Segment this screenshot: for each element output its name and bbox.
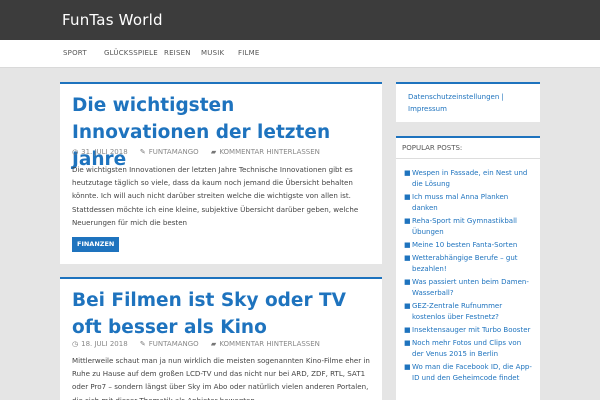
pencil-icon: ✎ xyxy=(139,340,146,348)
post-date[interactable]: 31. JULI 2018 xyxy=(81,148,128,156)
pencil-icon: ✎ xyxy=(139,148,146,156)
square-bullet-icon: ■ xyxy=(404,241,411,249)
post-card: Bei Filmen ist Sky oder TV oft besser al… xyxy=(60,277,382,400)
popular-post-link[interactable]: Wo man die Facebook ID, die App-ID und d… xyxy=(412,363,532,382)
speech-bubble-icon: ▰ xyxy=(210,148,217,156)
post-excerpt: Die wichtigsten Innovationen der letzten… xyxy=(72,165,359,227)
square-bullet-icon: ■ xyxy=(404,277,411,286)
post-excerpt: Mittlerweile schaut man ja nun wirklich … xyxy=(72,356,370,400)
post-author[interactable]: FUNTAMANGO xyxy=(149,148,199,156)
site-header: FunTas World xyxy=(0,0,600,40)
popular-post-item[interactable]: ■ Was passiert unten beim Damen-Wasserbal… xyxy=(404,277,534,299)
square-bullet-icon: ■ xyxy=(404,193,411,201)
popular-post-item[interactable]: ■ Noch mehr Fotos und Clips von der Venus… xyxy=(404,338,534,360)
post-comments-link[interactable]: KOMMENTAR HINTERLASSEN xyxy=(219,340,320,348)
square-bullet-icon: ■ xyxy=(404,217,411,225)
post-meta: ◷ 18. JULI 2018 ✎ FUNTAMANGO ▰ KOMMENTAR HI… xyxy=(72,340,320,348)
popular-post-item[interactable]: ■ Insektensauger mit Turbo Booster xyxy=(404,325,534,336)
category-button[interactable]: FINANZEN xyxy=(72,237,120,252)
nav-item-filme[interactable]: FILME xyxy=(238,49,259,57)
site-title[interactable]: FunTas World xyxy=(62,11,163,29)
popular-posts-widget: POPULAR POSTS: ■ Wespen in Fassade, ein N… xyxy=(396,136,540,400)
popular-post-item[interactable]: ■ Reha-Sport mit Gymnastikball Übungen xyxy=(404,216,534,238)
popular-post-link[interactable]: Wetterabhängige Berufe – gut bezahlen! xyxy=(412,254,518,273)
popular-post-item[interactable]: ■ GEZ-Zentrale Rufnummer kostenlos über F… xyxy=(404,301,534,323)
popular-post-link[interactable]: Meine 10 besten Fanta-Sorten xyxy=(412,241,517,249)
popular-post-item[interactable]: ■ Wetterabhängige Berufe – gut bezahlen! xyxy=(404,253,534,275)
popular-post-link[interactable]: Wespen in Fassade, ein Nest und die Lösu… xyxy=(412,169,527,188)
popular-posts-list: ■ Wespen in Fassade, ein Nest und die Lös… xyxy=(404,168,534,386)
nav-item-sport[interactable]: SPORT xyxy=(63,49,87,57)
popular-post-link[interactable]: GEZ-Zentrale Rufnummer kostenlos über Fe… xyxy=(412,302,502,321)
post-meta: ◷ 31. JULI 2018 ✎ FUNTAMANGO ▰ KOMMENTAR HI… xyxy=(72,148,320,156)
post-comments-link[interactable]: KOMMENTAR HINTERLASSEN xyxy=(219,148,320,156)
square-bullet-icon: ■ xyxy=(404,362,411,371)
clock-icon: ◷ xyxy=(72,148,79,156)
nav-item-gluecksspiele[interactable]: GLÜCKSSPIELE xyxy=(104,49,158,57)
post-card: Die wichtigsten Innovationen der letzten… xyxy=(60,82,382,264)
popular-post-link[interactable]: Reha-Sport mit Gymnastikball Übungen xyxy=(412,217,517,236)
popular-post-item[interactable]: ■ Wespen in Fassade, ein Nest und die Lös… xyxy=(404,168,534,190)
popular-post-item[interactable]: ■ Meine 10 besten Fanta-Sorten xyxy=(404,240,534,251)
clock-icon: ◷ xyxy=(72,340,79,348)
post-date[interactable]: 18. JULI 2018 xyxy=(81,340,128,348)
popular-post-link[interactable]: Ich muss mal Anna Planken danken xyxy=(412,193,508,212)
nav-item-musik[interactable]: MUSIK xyxy=(201,49,224,57)
square-bullet-icon: ■ xyxy=(404,338,411,347)
nav-item-reisen[interactable]: REISEN xyxy=(164,49,191,57)
square-bullet-icon: ■ xyxy=(404,301,411,310)
popular-post-link[interactable]: Was passiert unten beim Damen-Wasserball… xyxy=(412,278,529,297)
post-author[interactable]: FUNTAMANGO xyxy=(149,340,199,348)
square-bullet-icon: ■ xyxy=(404,325,411,334)
popular-post-link[interactable]: Insektensauger mit Turbo Booster xyxy=(412,326,530,334)
post-title[interactable]: Bei Filmen ist Sky oder TV oft besser al… xyxy=(72,287,372,341)
popular-post-item[interactable]: ■ Wo man die Facebook ID, die App-ID und … xyxy=(404,362,534,384)
widget-title: POPULAR POSTS: xyxy=(396,138,540,159)
main-navigation: SPORT GLÜCKSSPIELE REISEN MUSIK FILME xyxy=(0,40,600,68)
square-bullet-icon: ■ xyxy=(404,253,411,262)
popular-post-link[interactable]: Noch mehr Fotos und Clips von der Venus … xyxy=(412,339,521,358)
popular-post-item[interactable]: ■ Ich muss mal Anna Planken danken xyxy=(404,192,534,214)
post-title[interactable]: Die wichtigsten Innovationen der letzten… xyxy=(72,92,372,173)
legal-links-widget: Datenschutzeinstellungen | Impressum xyxy=(396,82,540,122)
legal-links[interactable]: Datenschutzeinstellungen | Impressum xyxy=(408,91,532,115)
square-bullet-icon: ■ xyxy=(404,169,411,177)
speech-bubble-icon: ▰ xyxy=(210,340,217,348)
